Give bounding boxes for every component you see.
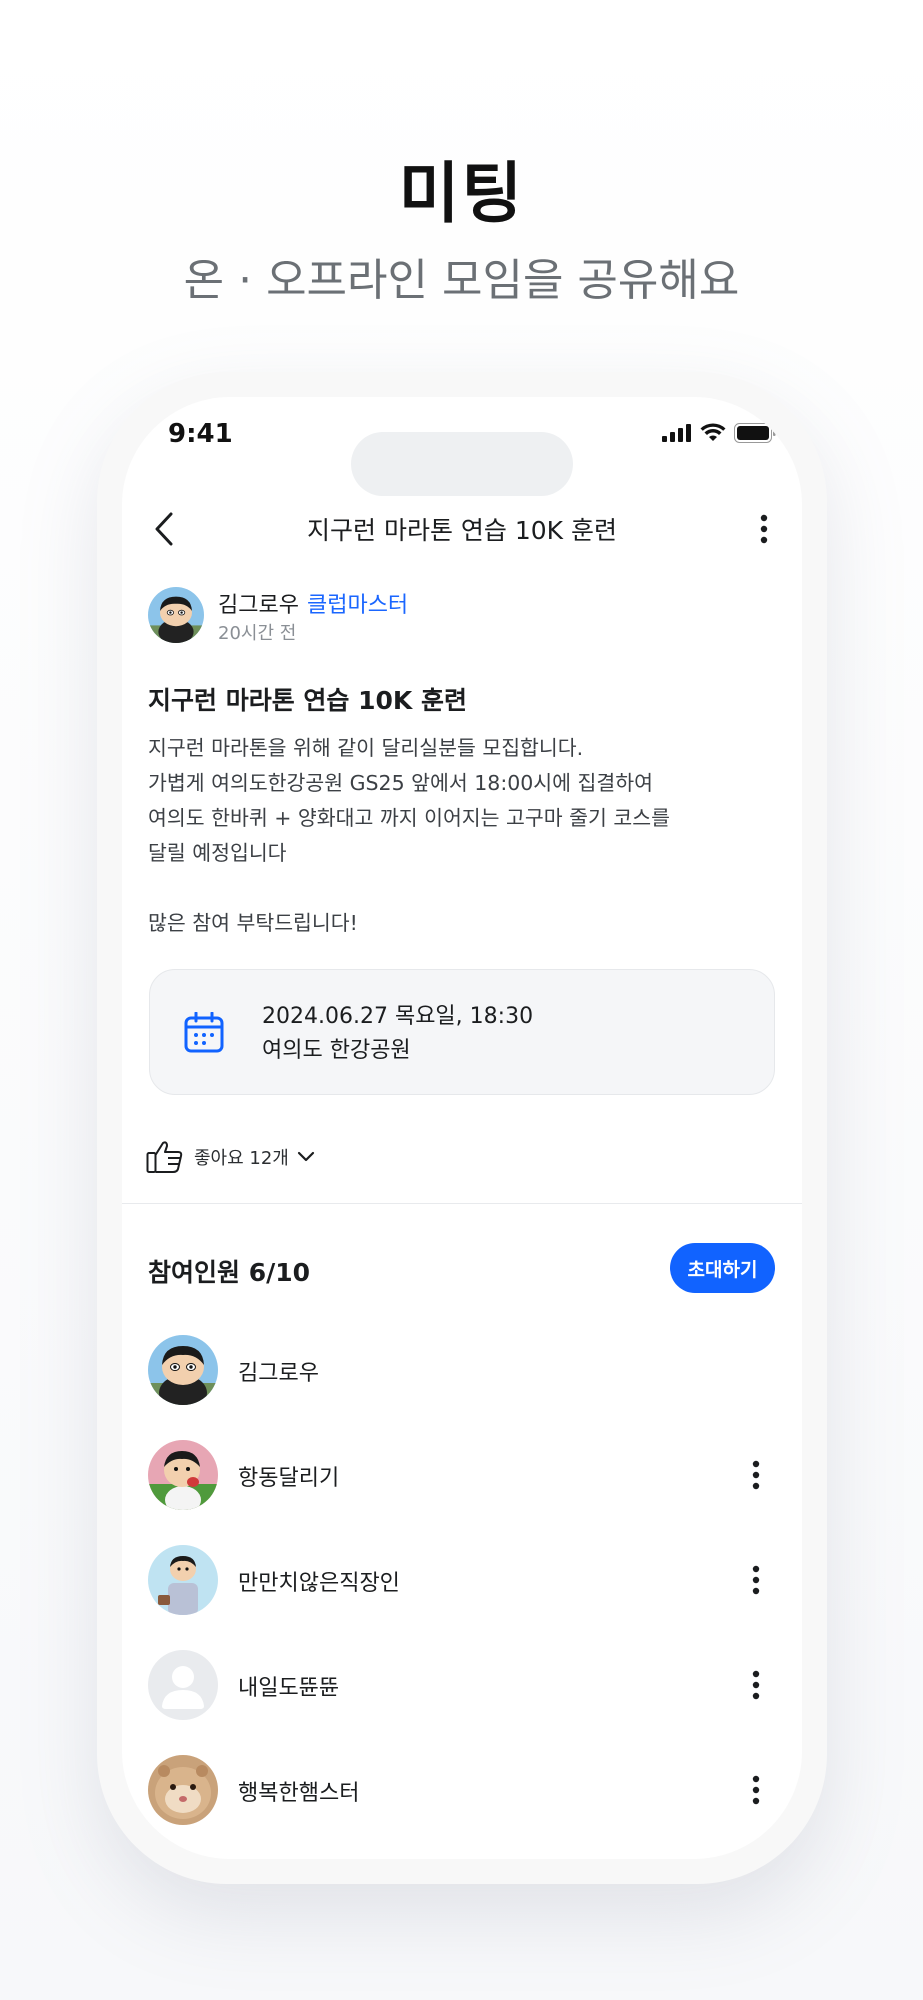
participant-avatar — [148, 1755, 218, 1825]
promo-title: 미팅 — [398, 155, 525, 232]
event-date: 2024.06.27 목요일, 18:30 — [262, 1004, 534, 1029]
participant-avatar — [148, 1545, 218, 1615]
status-icons — [662, 423, 776, 443]
participant-more-button[interactable] — [746, 1662, 766, 1708]
more-vertical-icon — [752, 1565, 760, 1595]
participant-name: 내일도뜐뜐 — [238, 1676, 340, 1701]
post-time: 20시간 전 — [218, 623, 297, 644]
post-author: 김그로우 클럽마스터 20시간 전 — [148, 587, 768, 647]
chevron-left-icon — [155, 512, 173, 546]
back-button[interactable] — [144, 505, 184, 553]
post-body-line: 가볍게 여의도한강공원 GS25 앞에서 18:00시에 집결하여 — [148, 771, 653, 795]
like-count-label: 좋아요 12개 — [194, 1148, 289, 1169]
participants-title: 참여인원 6/10 — [148, 1258, 311, 1287]
invite-button[interactable]: 초대하기 — [670, 1243, 775, 1293]
wifi-icon — [700, 423, 726, 441]
section-divider — [122, 1203, 802, 1204]
participant-item[interactable]: 항동달리기 — [148, 1440, 778, 1510]
participant-more-button[interactable] — [746, 1767, 766, 1813]
participant-avatar — [148, 1335, 218, 1405]
default-avatar-icon — [148, 1650, 218, 1720]
participant-avatar — [148, 1440, 218, 1510]
thumbs-up-icon — [146, 1141, 183, 1173]
nav-bar: 지구런 마라톤 연습 10K 훈련 — [122, 489, 802, 569]
participant-item[interactable]: 행복한햄스터 — [148, 1755, 778, 1825]
participant-name: 김그로우 — [238, 1361, 319, 1386]
more-button[interactable] — [754, 507, 774, 551]
participant-item[interactable]: 만만치않은직장인 — [148, 1545, 778, 1615]
post-body-line: 많은 참여 부탁드립니다! — [148, 911, 358, 935]
author-avatar[interactable] — [148, 587, 204, 643]
participant-more-button[interactable] — [746, 1452, 766, 1498]
participant-item[interactable]: 내일도뜐뜐 — [148, 1650, 778, 1720]
dynamic-island — [351, 432, 573, 496]
post-body-line: 여의도 한바퀴 + 양화대고 까지 이어지는 고구마 줄기 코스를 — [148, 806, 670, 830]
battery-icon — [734, 423, 776, 443]
post-body-line: 지구런 마라톤을 위해 같이 달리실분들 모집합니다. — [148, 736, 584, 760]
signal-icon — [662, 424, 691, 442]
status-time: 9:41 — [168, 419, 233, 449]
post-body: 지구런 마라톤을 위해 같이 달리실분들 모집합니다. 가볍게 여의도한강공원 … — [148, 731, 768, 941]
more-vertical-icon — [752, 1670, 760, 1700]
post-title: 지구런 마라톤 연습 10K 훈련 — [148, 686, 467, 715]
promo-subtitle: 온 · 오프라인 모임을 공유해요 — [183, 255, 740, 306]
post-body-line — [148, 871, 768, 906]
author-name[interactable]: 김그로우 — [218, 593, 299, 618]
more-vertical-icon — [760, 514, 768, 544]
participant-name: 행복한햄스터 — [238, 1781, 360, 1806]
like-toggle[interactable]: 좋아요 12개 — [146, 1137, 315, 1177]
more-vertical-icon — [752, 1460, 760, 1490]
post-body-line: 달릴 예정입니다 — [148, 841, 287, 865]
event-place: 여의도 한강공원 — [262, 1038, 411, 1063]
chevron-down-icon — [297, 1151, 314, 1162]
author-name-row: 김그로우 클럽마스터 — [218, 587, 408, 619]
nav-title: 지구런 마라톤 연습 10K 훈련 — [307, 516, 617, 545]
participant-more-button[interactable] — [746, 1557, 766, 1603]
more-vertical-icon — [752, 1775, 760, 1805]
participant-item[interactable]: 김그로우 — [148, 1335, 778, 1405]
participant-name: 항동달리기 — [238, 1466, 340, 1491]
phone-screen: 9:41 지구런 마라톤 연습 10K 훈련 김그로우 클럽마스터 20시간 전… — [122, 397, 802, 1859]
calendar-icon — [184, 1012, 224, 1053]
author-role-badge: 클럽마스터 — [306, 593, 409, 618]
participant-name: 만만치않은직장인 — [238, 1571, 400, 1596]
event-card[interactable]: 2024.06.27 목요일, 18:30 여의도 한강공원 — [149, 969, 775, 1095]
